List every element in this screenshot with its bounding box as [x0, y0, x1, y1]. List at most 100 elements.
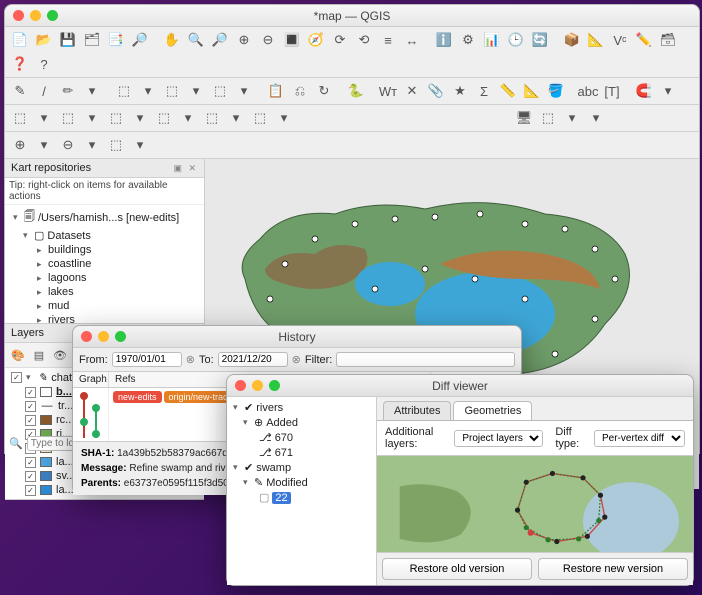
- toolbar-button[interactable]: ✕: [401, 80, 423, 102]
- toolbar-button[interactable]: ℹ️: [433, 29, 455, 51]
- layer-eye-icon[interactable]: 👁: [51, 346, 69, 364]
- toolbar-button[interactable]: ❓: [9, 53, 31, 75]
- toolbar-button[interactable]: ▾: [585, 107, 607, 129]
- toolbar-button[interactable]: 🔎: [209, 29, 231, 51]
- ref-chip[interactable]: new-edits: [113, 391, 162, 403]
- toolbar-button[interactable]: 🧭: [305, 29, 327, 51]
- toolbar-button[interactable]: 📦: [561, 29, 583, 51]
- minimize-icon[interactable]: [252, 380, 263, 391]
- toolbar-button[interactable]: ⬚: [105, 134, 127, 156]
- toolbar-button[interactable]: ▾: [225, 107, 247, 129]
- checkbox-icon[interactable]: ✓: [25, 387, 36, 398]
- toolbar-button[interactable]: ↻: [313, 80, 335, 102]
- toolbar-button[interactable]: 📂: [33, 29, 55, 51]
- toolbar-button[interactable]: 📎: [425, 80, 447, 102]
- minimize-icon[interactable]: [98, 331, 109, 342]
- toolbar-button[interactable]: ⬚: [161, 80, 183, 102]
- diff-type-select[interactable]: Per-vertex diff: [594, 430, 685, 447]
- clear-from-icon[interactable]: ⊗: [186, 353, 195, 366]
- toolbar-button[interactable]: 🧲: [633, 80, 655, 102]
- toolbar-button[interactable]: ⬚: [537, 107, 559, 129]
- toolbar-button[interactable]: ▾: [81, 134, 103, 156]
- toolbar-button[interactable]: ⊕: [233, 29, 255, 51]
- toolbar-button[interactable]: ⬚: [249, 107, 271, 129]
- toolbar-button[interactable]: ⊖: [257, 29, 279, 51]
- repo-row[interactable]: ▾🗐 /Users/hamish...s [new-edits]: [9, 207, 200, 228]
- tab-geometries[interactable]: Geometries: [453, 401, 532, 420]
- toolbar-button[interactable]: ✏: [57, 80, 79, 102]
- toolbar-button[interactable]: 📑: [105, 29, 127, 51]
- toolbar-button[interactable]: 🔍: [185, 29, 207, 51]
- toolbar-button[interactable]: ⊕: [9, 134, 31, 156]
- toolbar-button[interactable]: ▾: [273, 107, 295, 129]
- toolbar-button[interactable]: 🖥: [513, 107, 535, 129]
- toolbar-button[interactable]: Wᴛ: [377, 80, 399, 102]
- filter-input[interactable]: [336, 352, 515, 367]
- toolbar-button[interactable]: ⟳: [329, 29, 351, 51]
- toolbar-button[interactable]: ✏️: [633, 29, 655, 51]
- toolbar-button[interactable]: ▾: [33, 107, 55, 129]
- toolbar-button[interactable]: 📐: [521, 80, 543, 102]
- col-graph[interactable]: Graph: [73, 372, 109, 387]
- toolbar-button[interactable]: ?: [33, 53, 55, 75]
- tree-item[interactable]: 671: [275, 447, 293, 459]
- checkbox-icon[interactable]: ✓: [25, 415, 36, 426]
- toolbar-button[interactable]: ▾: [137, 80, 159, 102]
- toolbar-button[interactable]: ▾: [129, 134, 151, 156]
- toolbar-button[interactable]: 🕒: [505, 29, 527, 51]
- zoom-icon[interactable]: [115, 331, 126, 342]
- toolbar-button[interactable]: ▾: [185, 80, 207, 102]
- tab-attributes[interactable]: Attributes: [383, 401, 451, 420]
- restore-old-button[interactable]: Restore old version: [382, 558, 532, 580]
- toolbar-button[interactable]: 🗃: [657, 29, 679, 51]
- checkbox-icon[interactable]: ✓: [25, 457, 36, 468]
- toolbar-button[interactable]: 🔄: [529, 29, 551, 51]
- toolbar-button[interactable]: ✋: [161, 29, 183, 51]
- tree-item[interactable]: rivers: [256, 402, 283, 414]
- toolbar-button[interactable]: Σ: [473, 80, 495, 102]
- toolbar-button[interactable]: ⬚: [105, 107, 127, 129]
- checkbox-icon[interactable]: ✓: [25, 485, 36, 496]
- dataset-item[interactable]: ▸ rivers: [9, 313, 200, 323]
- toolbar-button[interactable]: ⬚: [9, 107, 31, 129]
- toolbar-button[interactable]: ▾: [233, 80, 255, 102]
- toolbar-button[interactable]: ⬚: [153, 107, 175, 129]
- toolbar-button[interactable]: 🔎: [129, 29, 151, 51]
- close-icon[interactable]: [81, 331, 92, 342]
- panel-dock-controls-icon[interactable]: ▣ ✕: [173, 163, 198, 174]
- toolbar-button[interactable]: 🔳: [281, 29, 303, 51]
- toolbar-button[interactable]: 📏: [497, 80, 519, 102]
- close-icon[interactable]: [13, 10, 24, 21]
- toolbar-button[interactable]: ▾: [81, 80, 103, 102]
- tree-item-selected[interactable]: 22: [272, 492, 290, 504]
- toolbar-button[interactable]: ⊖: [57, 134, 79, 156]
- dataset-item[interactable]: ▸ coastline: [9, 257, 200, 271]
- dataset-item[interactable]: ▸ lagoons: [9, 271, 200, 285]
- toolbar-button[interactable]: 💾: [57, 29, 79, 51]
- toolbar-button[interactable]: abc: [577, 80, 599, 102]
- checkbox-icon[interactable]: ✓: [25, 401, 36, 412]
- toolbar-button[interactable]: ★: [449, 80, 471, 102]
- toolbar-button[interactable]: ↔: [401, 29, 423, 51]
- toolbar-button[interactable]: 🐍: [345, 80, 367, 102]
- tree-item[interactable]: swamp: [256, 462, 291, 474]
- tree-item[interactable]: Modified: [266, 477, 308, 489]
- toolbar-button[interactable]: ⬚: [201, 107, 223, 129]
- datasets-row[interactable]: ▾▢ Datasets: [9, 228, 200, 243]
- toolbar-button[interactable]: ⬚: [113, 80, 135, 102]
- toolbar-button[interactable]: 🪣: [545, 80, 567, 102]
- toolbar-button[interactable]: ⚙: [457, 29, 479, 51]
- toolbar-button[interactable]: 📐: [585, 29, 607, 51]
- toolbar-button[interactable]: ▾: [81, 107, 103, 129]
- diff-map-canvas[interactable]: [377, 456, 693, 552]
- dataset-item[interactable]: ▸ lakes: [9, 285, 200, 299]
- layer-add-icon[interactable]: ▤: [30, 346, 48, 364]
- toolbar-button[interactable]: ⎌: [289, 80, 311, 102]
- toolbar-button[interactable]: 🗂: [81, 29, 103, 51]
- toolbar-button[interactable]: ⬚: [57, 107, 79, 129]
- clear-to-icon[interactable]: ⊗: [292, 353, 301, 366]
- close-icon[interactable]: [235, 380, 246, 391]
- toolbar-button[interactable]: ▾: [33, 134, 55, 156]
- toolbar-button[interactable]: ▾: [657, 80, 679, 102]
- zoom-icon[interactable]: [47, 10, 58, 21]
